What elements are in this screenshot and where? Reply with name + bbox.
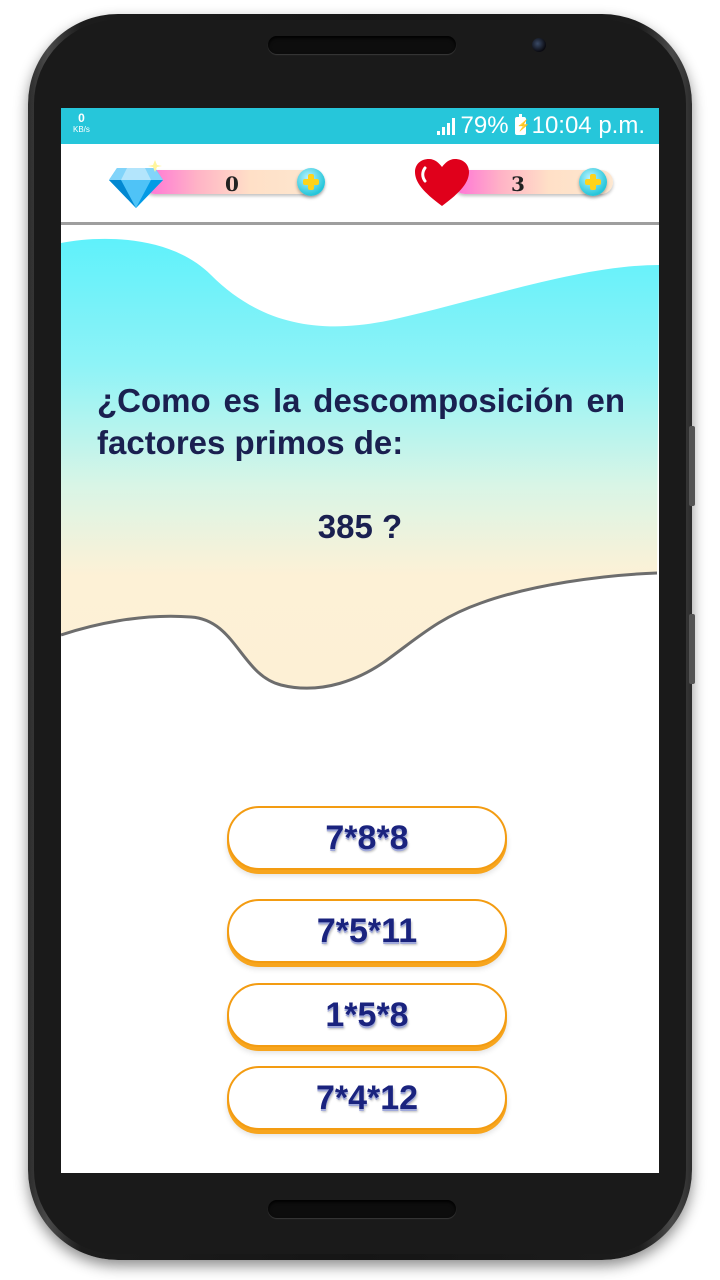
answer-option-4[interactable]: 7*4*12: [227, 1066, 507, 1130]
diamond-icon: [109, 160, 163, 208]
battery-percent: 79%: [460, 112, 509, 139]
lives-count: 3: [511, 172, 525, 196]
battery-charging-icon: ⚡: [514, 114, 530, 135]
clock: 10:04 p.m.: [531, 112, 645, 139]
heart-icon: [415, 159, 469, 206]
power-button: [689, 614, 695, 684]
network-speed: 0 KB/s: [73, 111, 90, 135]
diamond-counter: 0: [107, 160, 329, 208]
front-camera: [532, 38, 546, 52]
question-text: ¿Como es la descomposición en factores p…: [97, 382, 625, 461]
answer-option-1[interactable]: 7*8*8: [227, 806, 507, 870]
network-speed-unit: KB/s: [73, 125, 90, 134]
answer-label: 7*5*11: [316, 912, 418, 950]
network-speed-value: 0: [78, 111, 85, 125]
signal-icon: [436, 117, 455, 135]
answer-label: 7*8*8: [325, 819, 409, 857]
add-lives-button[interactable]: [579, 168, 607, 196]
answer-label: 7*4*12: [315, 1079, 419, 1117]
bottom-speaker: [268, 1200, 456, 1218]
add-diamonds-button[interactable]: [297, 168, 325, 196]
answer-option-2[interactable]: 7*5*11: [227, 899, 507, 963]
answer-option-3[interactable]: 1*5*8: [227, 983, 507, 1047]
top-speaker: [268, 36, 456, 54]
diamond-count: 0: [225, 172, 239, 196]
status-right: 79% ⚡ 10:04 p.m.: [436, 112, 645, 140]
question-number: 385 ?: [317, 508, 403, 545]
status-bar: 0 KB/s 79% ⚡ 10:04 p.m.: [61, 108, 659, 144]
volume-button: [689, 426, 695, 506]
app-screen: 0 KB/s 79% ⚡ 10:04 p.m. 0 3 ¿Como es la …: [61, 108, 659, 1173]
answer-label: 1*5*8: [325, 996, 409, 1034]
lives-counter: 3: [413, 159, 613, 206]
top-bar: 0 3: [61, 144, 659, 225]
